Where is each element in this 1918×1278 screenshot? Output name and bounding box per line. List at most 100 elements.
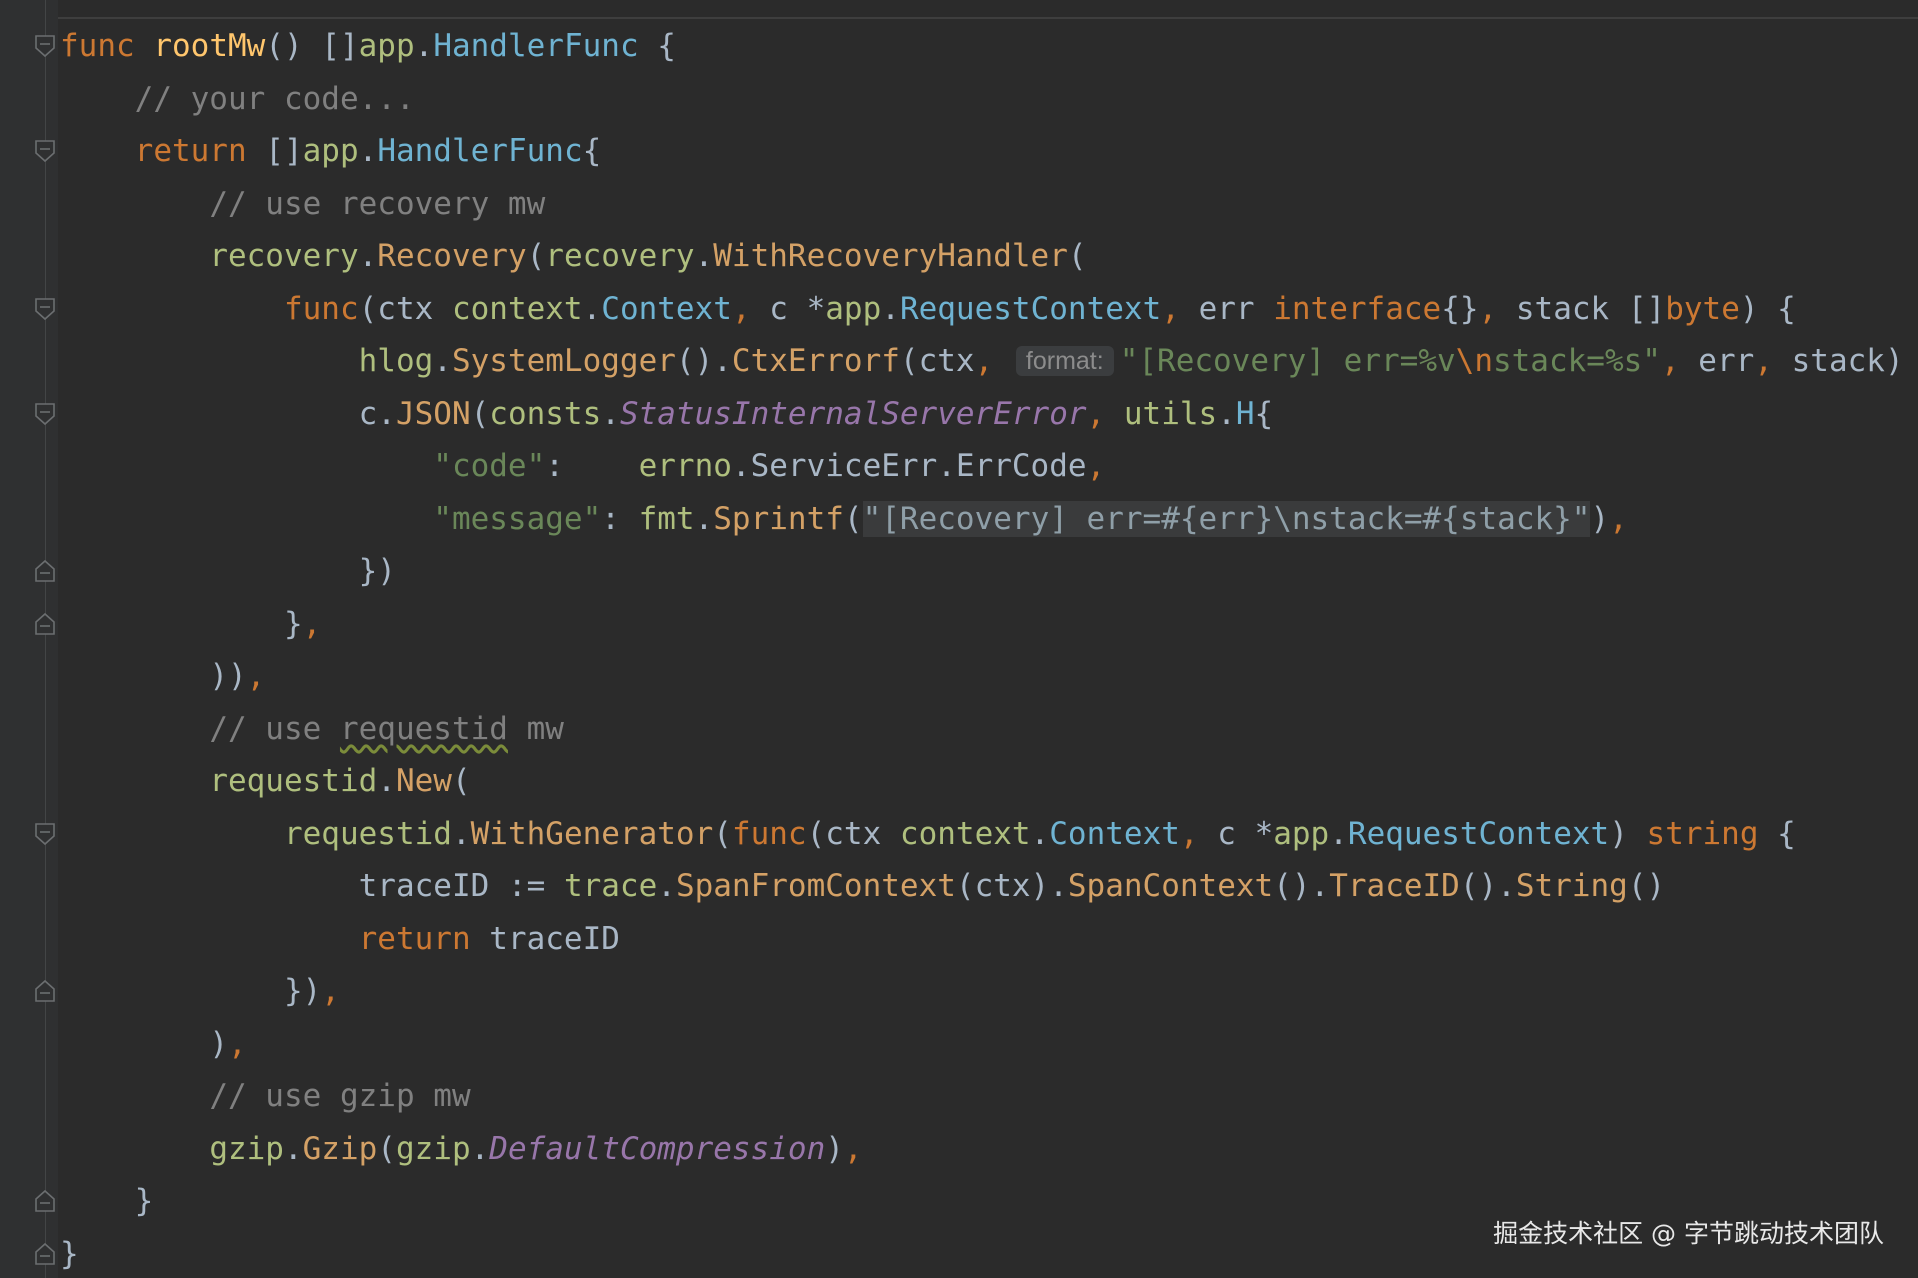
- code-token: .: [358, 133, 378, 169]
- code-line[interactable]: }),: [60, 965, 1918, 1018]
- code-line[interactable]: requestid.New(: [60, 755, 1918, 808]
- code-line[interactable]: // use recovery mw: [60, 178, 1918, 231]
- code-token: }): [358, 553, 396, 589]
- code-token: .: [694, 500, 714, 537]
- code-token: app: [358, 28, 415, 64]
- keyword-token: ,: [321, 973, 340, 1009]
- code-token: err: [1679, 343, 1755, 379]
- code-line[interactable]: // use gzip mw: [60, 1070, 1918, 1123]
- code-line[interactable]: // your code...: [60, 73, 1918, 126]
- keyword-token: ,: [1086, 448, 1106, 484]
- fold-collapse-icon[interactable]: [34, 34, 56, 58]
- code-token: RequestContext: [1347, 815, 1610, 852]
- code-token: c *: [750, 290, 826, 327]
- fold-end-icon[interactable]: [34, 559, 56, 583]
- fold-end-icon[interactable]: [34, 1242, 56, 1266]
- code-area[interactable]: func rootMw() []app.HandlerFunc { // you…: [60, 20, 1918, 1278]
- code-line[interactable]: return traceID: [60, 913, 1918, 966]
- fold-collapse-icon[interactable]: [34, 822, 56, 846]
- code-token: (): [1627, 868, 1666, 904]
- string-literal: stack=%s": [1492, 343, 1661, 379]
- code-token: hlog: [358, 343, 434, 379]
- editor-top-border: [50, 17, 1918, 19]
- string-literal: "[Recovery] err=#{err}\nstack=#{stack}": [862, 500, 1591, 537]
- code-line[interactable]: ),: [60, 1018, 1918, 1071]
- code-token: }: [134, 1183, 154, 1219]
- code-line[interactable]: )),: [60, 650, 1918, 703]
- code-line[interactable]: recovery.Recovery(recovery.WithRecoveryH…: [60, 230, 1918, 283]
- keyword-token: ,: [1478, 290, 1498, 327]
- code-token: CtxErrorf: [731, 343, 900, 379]
- code-token: app: [1273, 815, 1330, 852]
- code-token: rootMw: [153, 28, 266, 64]
- keyword-token: ,: [1161, 290, 1180, 327]
- code-token: .: [451, 815, 471, 852]
- code-token: .: [470, 1130, 490, 1167]
- code-line[interactable]: return []app.HandlerFunc{: [60, 125, 1918, 178]
- keyword-token: ,: [1179, 815, 1199, 852]
- code-token: (: [377, 1130, 396, 1167]
- fold-collapse-icon[interactable]: [34, 139, 56, 163]
- code-line[interactable]: "message": fmt.Sprintf("[Recovery] err=#…: [60, 493, 1918, 546]
- code-token: H: [1235, 395, 1255, 432]
- code-token: traceID: [470, 920, 620, 957]
- code-editor[interactable]: func rootMw() []app.HandlerFunc { // you…: [0, 0, 1918, 1278]
- code-token: c.: [358, 395, 396, 432]
- code-token: WithRecoveryHandler: [713, 238, 1068, 274]
- code-line[interactable]: hlog.SystemLogger().CtxErrorf(ctx, forma…: [60, 335, 1918, 388]
- editor-gutter: [0, 0, 58, 1278]
- code-token: ): [1609, 815, 1647, 852]
- code-token: (ctx).: [955, 868, 1068, 904]
- fold-end-icon[interactable]: [34, 612, 56, 636]
- keyword-token: byte: [1665, 290, 1740, 327]
- code-line[interactable]: requestid.WithGenerator(func(ctx context…: [60, 808, 1918, 861]
- code-line[interactable]: },: [60, 598, 1918, 651]
- code-token: (: [1067, 238, 1087, 274]
- code-token: New: [395, 763, 452, 799]
- code-token: {: [1758, 815, 1796, 852]
- code-token: app: [302, 133, 359, 169]
- code-line[interactable]: }): [60, 545, 1918, 598]
- keyword-token: func: [283, 290, 359, 327]
- code-line[interactable]: c.JSON(consts.StatusInternalServerError,…: [60, 388, 1918, 441]
- fold-collapse-icon[interactable]: [34, 297, 56, 321]
- code-line[interactable]: func(ctx context.Context, c *app.Request…: [60, 283, 1918, 336]
- code-line[interactable]: func rootMw() []app.HandlerFunc {: [60, 20, 1918, 73]
- code-token: ): [825, 1130, 844, 1167]
- code-token: []: [246, 133, 303, 169]
- code-token: .: [601, 395, 620, 432]
- code-line[interactable]: traceID := trace.SpanFromContext(ctx).Sp…: [60, 860, 1918, 913]
- code-token: .: [433, 343, 452, 379]
- fold-collapse-icon[interactable]: [34, 402, 56, 426]
- code-token: fmt: [638, 500, 695, 537]
- parameter-hint: format:: [1015, 346, 1114, 376]
- code-comment: requestid: [339, 710, 508, 747]
- code-token: consts: [489, 395, 602, 432]
- code-line[interactable]: // use requestid mw: [60, 703, 1918, 756]
- keyword-token: ,: [1754, 343, 1773, 379]
- code-token: {: [638, 28, 676, 64]
- keyword-token: ,: [1660, 343, 1680, 379]
- code-comment: // use recovery mw: [209, 185, 546, 222]
- code-token: SystemLogger: [451, 343, 676, 379]
- keyword-token: ,: [843, 1130, 863, 1167]
- code-line[interactable]: gzip.Gzip(gzip.DefaultCompression),: [60, 1123, 1918, 1176]
- code-token: .: [937, 448, 956, 484]
- keyword-token: ,: [1086, 395, 1106, 432]
- fold-end-icon[interactable]: [34, 979, 56, 1003]
- code-token: .: [1329, 815, 1348, 852]
- code-token: trace: [563, 868, 658, 904]
- code-token: ().: [1459, 868, 1516, 904]
- code-line[interactable]: "code": errno.ServiceErr.ErrCode,: [60, 440, 1918, 493]
- fold-end-icon[interactable]: [34, 1189, 56, 1213]
